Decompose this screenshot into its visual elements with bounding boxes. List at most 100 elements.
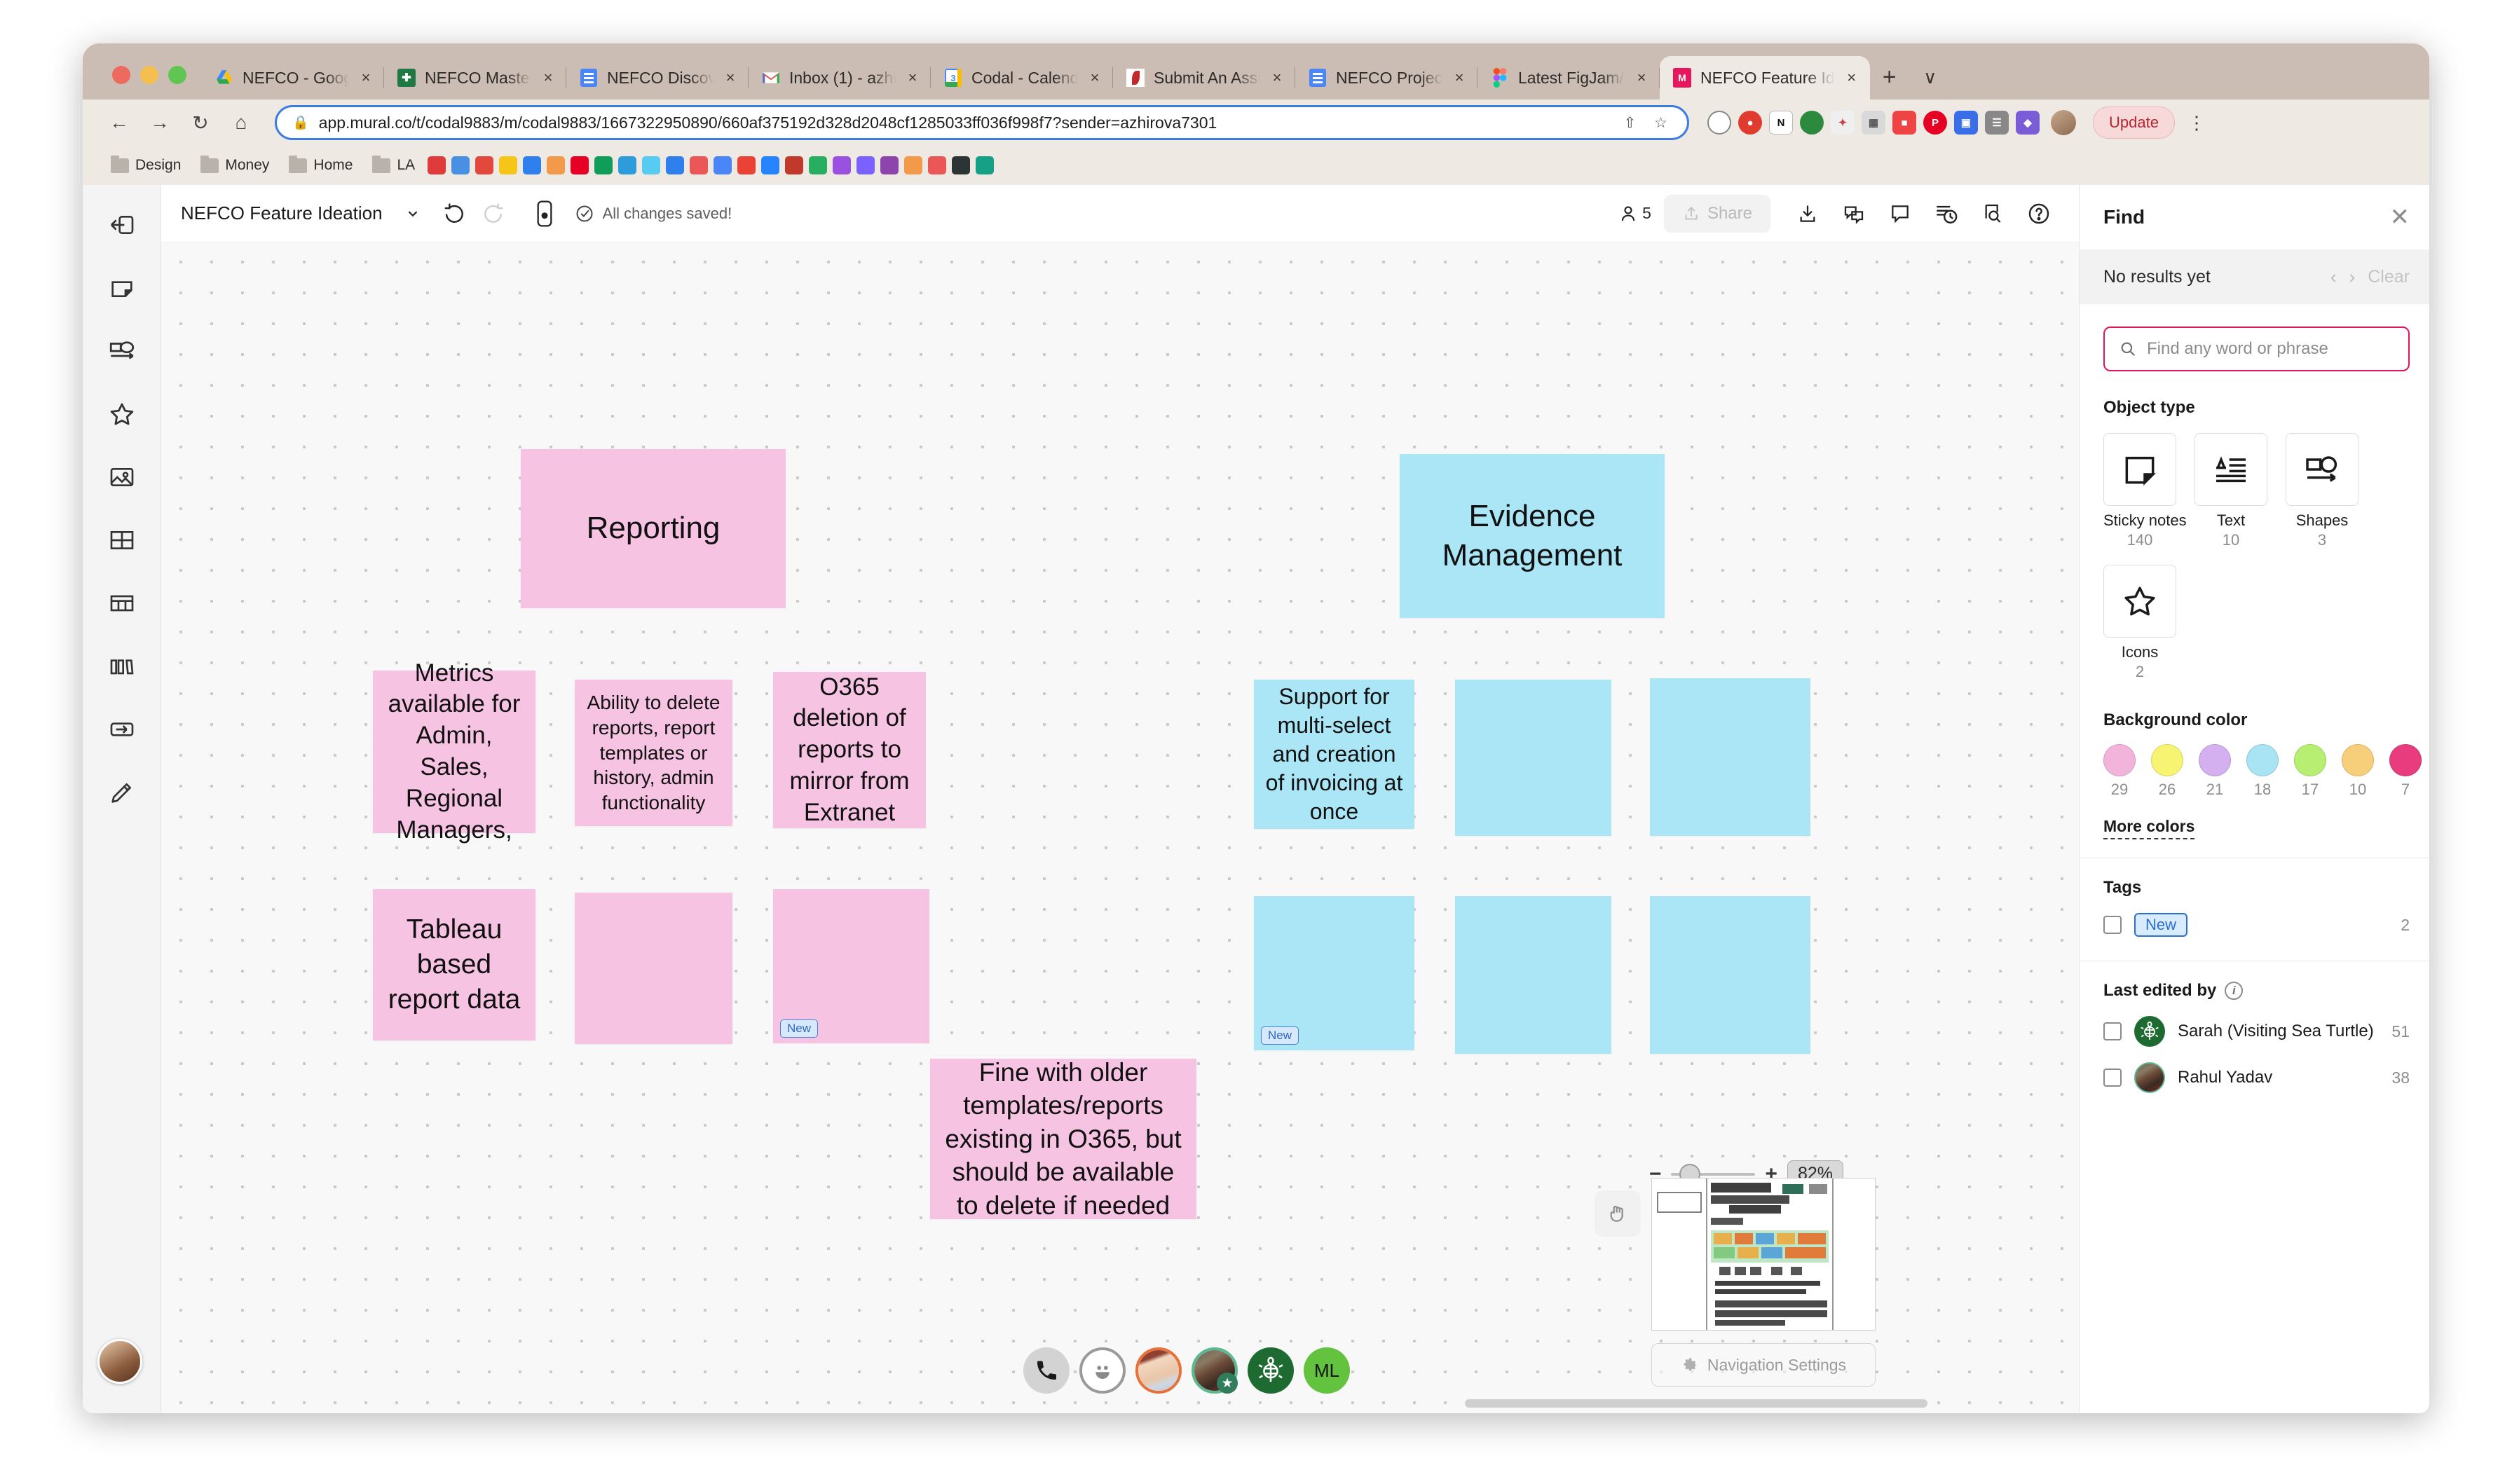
comments-icon[interactable] bbox=[1834, 193, 1874, 234]
find-next-button[interactable]: › bbox=[2349, 266, 2356, 288]
browser-tab-close-button[interactable]: × bbox=[904, 70, 921, 85]
t-book-icon[interactable] bbox=[475, 156, 494, 174]
info-icon[interactable]: i bbox=[2225, 982, 2244, 1000]
object-type-icons[interactable]: Icons 2 bbox=[2103, 565, 2176, 681]
rocket-icon[interactable] bbox=[690, 156, 709, 174]
sticky-note-blue-empty-2[interactable] bbox=[1650, 678, 1810, 836]
mural-title-dropdown-icon[interactable] bbox=[392, 193, 433, 234]
find-search-input[interactable]: Find any word or phrase bbox=[2103, 327, 2410, 371]
record-icon[interactable] bbox=[928, 156, 947, 174]
maximize-window-button[interactable] bbox=[168, 66, 186, 84]
browser-tab-close-button[interactable]: × bbox=[1633, 70, 1650, 85]
extension-icon-5[interactable]: ✦ bbox=[1831, 111, 1855, 135]
browser-tab-5[interactable]: 3 Codal - Calendar × bbox=[931, 56, 1113, 99]
editor-checkbox[interactable] bbox=[2103, 1069, 2122, 1087]
home-button[interactable]: ⌂ bbox=[224, 106, 258, 139]
blue-app-icon[interactable] bbox=[451, 156, 470, 174]
sticky-note-pink-empty-1[interactable] bbox=[575, 893, 732, 1044]
editor-filter-row[interactable]: Rahul Yadav 38 bbox=[2103, 1062, 2410, 1093]
shapes-icon[interactable] bbox=[97, 327, 146, 376]
user-avatar[interactable] bbox=[97, 1339, 142, 1384]
zoom-slider[interactable] bbox=[1671, 1163, 1756, 1185]
reload-button[interactable]: ↻ bbox=[184, 106, 217, 139]
sticky-note-delete-reports-note[interactable]: Ability to delete reports, report templa… bbox=[575, 680, 732, 826]
close-icon[interactable]: ✕ bbox=[2390, 205, 2410, 229]
editor-filter-row[interactable]: Sarah (Visiting Sea Turtle) 51 bbox=[2103, 1016, 2410, 1047]
extension-icon-2[interactable]: ● bbox=[1738, 111, 1762, 135]
extension-icon-11[interactable]: ◆ bbox=[2016, 111, 2040, 135]
browser-tab-close-button[interactable]: × bbox=[1086, 70, 1103, 85]
sticky-note-blue-new-note[interactable]: New bbox=[1254, 896, 1414, 1050]
minimap[interactable] bbox=[1651, 1178, 1876, 1331]
bookmark-folder-home[interactable]: Home bbox=[282, 153, 360, 177]
sticky-note-blue-empty-1[interactable] bbox=[1455, 680, 1611, 836]
horizontal-scrollbar[interactable] bbox=[1465, 1399, 1927, 1408]
navigation-settings-button[interactable]: Navigation Settings bbox=[1651, 1343, 1876, 1387]
browser-tab-6[interactable]: Submit An Assign × bbox=[1113, 56, 1295, 99]
object-type-shapes[interactable]: Shapes 3 bbox=[2286, 433, 2359, 549]
browser-tab-close-button[interactable]: × bbox=[722, 70, 739, 85]
background-color-swatch-2[interactable]: 26 bbox=[2151, 744, 2183, 799]
find-icon[interactable] bbox=[1972, 193, 2013, 234]
table-icon[interactable] bbox=[97, 579, 146, 628]
extension-icon-6[interactable]: ▦ bbox=[1862, 111, 1885, 135]
background-color-swatch-1[interactable]: 29 bbox=[2103, 744, 2136, 799]
object-type-sticky-notes[interactable]: Sticky notes 140 bbox=[2103, 433, 2187, 549]
sticky-note-fine-with-older-note[interactable]: Fine with older templates/reports existi… bbox=[930, 1058, 1196, 1220]
find-clear-button[interactable]: Clear bbox=[2368, 267, 2410, 287]
editor-checkbox[interactable] bbox=[2103, 1022, 2122, 1040]
sticky-note-reporting-header[interactable]: Reporting bbox=[521, 449, 786, 608]
jira-icon[interactable] bbox=[761, 156, 780, 174]
sticky-note-tableau-note[interactable]: Tableau based report data bbox=[373, 889, 535, 1040]
chrome-menu-button[interactable]: ⋮ bbox=[2182, 112, 2212, 134]
background-color-swatch-4[interactable]: 18 bbox=[2246, 744, 2279, 799]
avatar-sea-turtle[interactable] bbox=[1248, 1347, 1294, 1394]
bookmark-star-icon[interactable]: ☆ bbox=[1650, 114, 1672, 132]
circle-purple-icon[interactable] bbox=[856, 156, 875, 174]
chrome-profile-avatar[interactable] bbox=[2051, 110, 2076, 135]
sticky-note-support-multiselect-note[interactable]: Support for multi-select and creation of… bbox=[1254, 680, 1414, 829]
bookmark-folder-la[interactable]: LA bbox=[365, 153, 422, 177]
undo-icon[interactable] bbox=[433, 193, 474, 234]
sheets-icon[interactable] bbox=[594, 156, 613, 174]
grid-blue-icon[interactable] bbox=[523, 156, 542, 174]
extension-icon-1[interactable] bbox=[1707, 111, 1731, 135]
avatar-blonde-woman[interactable] bbox=[1135, 1347, 1182, 1394]
sticky-note-icon[interactable] bbox=[97, 263, 146, 312]
collaborator-count[interactable]: 5 bbox=[1618, 203, 1658, 224]
new-tab-button[interactable]: + bbox=[1870, 57, 1909, 97]
sticky-note-tag[interactable]: New bbox=[1261, 1026, 1299, 1045]
orange-square-icon[interactable] bbox=[547, 156, 566, 174]
image-icon[interactable] bbox=[97, 453, 146, 502]
browser-tab-1[interactable]: NEFCO - Google × bbox=[202, 56, 384, 99]
browser-tab-close-button[interactable]: × bbox=[1843, 70, 1860, 85]
c-blue-icon-2[interactable] bbox=[642, 156, 661, 174]
m-purple-icon[interactable] bbox=[880, 156, 899, 174]
tag-filter-row[interactable]: New 2 bbox=[2103, 913, 2410, 937]
background-color-swatch-3[interactable]: 21 bbox=[2199, 744, 2231, 799]
outline-icon[interactable] bbox=[524, 193, 565, 234]
share-button[interactable]: Share bbox=[1663, 194, 1770, 233]
browser-tab-8[interactable]: Latest FigJam/Fe × bbox=[1477, 56, 1660, 99]
people-icon[interactable] bbox=[809, 156, 828, 174]
notion-extension-icon[interactable]: N bbox=[1769, 111, 1793, 135]
background-color-swatch-5[interactable]: 17 bbox=[2294, 744, 2326, 799]
call-icon[interactable] bbox=[1023, 1347, 1070, 1394]
sticky-note-pink-new-note[interactable]: New bbox=[773, 889, 929, 1043]
c-blue-icon[interactable] bbox=[618, 156, 637, 174]
more-colors-link[interactable]: More colors bbox=[2103, 817, 2195, 839]
paper-plane-icon[interactable] bbox=[666, 156, 685, 174]
sticky-note-blue-empty-3[interactable] bbox=[1455, 896, 1611, 1054]
grid-icon[interactable] bbox=[97, 516, 146, 565]
reaction-smiley-icon[interactable] bbox=[1079, 1347, 1126, 1394]
icons-star-icon[interactable] bbox=[97, 390, 146, 439]
extension-icon-10[interactable]: ☰ bbox=[1985, 111, 2009, 135]
tag-checkbox[interactable] bbox=[2103, 916, 2122, 934]
forward-button[interactable]: → bbox=[143, 106, 177, 139]
collapse-sidebar-icon[interactable] bbox=[97, 200, 146, 249]
mural-canvas[interactable]: ★ ML − + 82% Navigation Settings Reporti… bbox=[161, 242, 2079, 1413]
bookmark-yellow-icon[interactable] bbox=[499, 156, 518, 174]
bookmark-folder-money[interactable]: Money bbox=[193, 153, 276, 177]
balloon-icon[interactable] bbox=[904, 156, 923, 174]
browser-tab-2[interactable]: ✚ NEFCO Mastersh × bbox=[384, 56, 566, 99]
